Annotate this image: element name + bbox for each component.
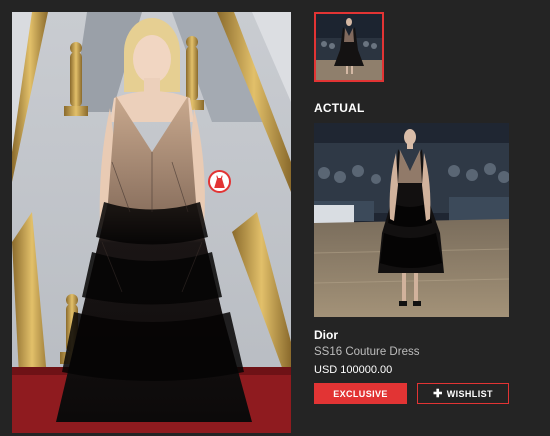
wishlist-button-label: WISHLIST (446, 388, 493, 399)
celebrity-photo (12, 12, 291, 433)
product-name: SS16 Couture Dress (314, 346, 420, 358)
actual-heading: ACTUAL (314, 101, 365, 115)
exclusive-button-label: EXCLUSIVE (333, 388, 388, 399)
dress-icon (214, 175, 225, 188)
look-thumbnail[interactable] (314, 12, 384, 82)
add-to-wishlist-button[interactable]: ✚ WISHLIST (417, 383, 509, 404)
exclusive-button[interactable]: EXCLUSIVE (314, 383, 407, 404)
product-price: USD 100000.00 (314, 364, 393, 376)
tagged-item-marker[interactable] (208, 170, 231, 193)
brand-name: Dior (314, 328, 338, 342)
product-match-page: ACTUAL Dior SS16 Couture Dress USD 10000… (0, 0, 550, 436)
runway-photo (314, 123, 509, 317)
plus-icon: ✚ (433, 388, 443, 400)
